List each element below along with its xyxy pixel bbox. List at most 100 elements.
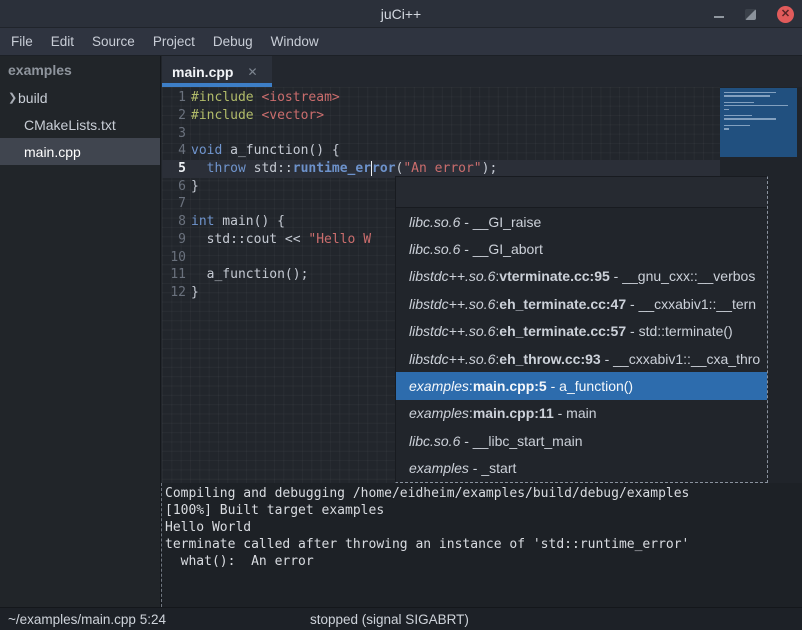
code-text: #include <vector> xyxy=(186,108,324,123)
stack-frame-lib: examples xyxy=(409,405,469,421)
minimap-visible-region[interactable] xyxy=(720,88,797,157)
stack-frame-file: eh_terminate.cc:47 xyxy=(499,296,626,312)
stacktrace-popup: libc.so.6 - __GI_raiselibc.so.6 - __GI_a… xyxy=(395,176,768,483)
project-tree: examples ❯build CMakeLists.txt main.cpp xyxy=(0,56,161,607)
stack-frame-row[interactable]: libstdc++.so.6:vterminate.cc:95 - __gnu_… xyxy=(396,263,767,290)
code-text: #include <iostream> xyxy=(186,90,340,105)
menu-item-file[interactable]: File xyxy=(2,34,42,49)
stack-frame-lib: libstdc++.so.6 xyxy=(409,351,495,367)
line-number: 5 xyxy=(162,161,186,176)
stack-frame-row[interactable]: libstdc++.so.6:eh_throw.cc:93 - __cxxabi… xyxy=(396,345,767,372)
line-number: 1 xyxy=(162,90,186,105)
window-controls: ✕ xyxy=(714,0,794,28)
sidebar-item-main-cpp[interactable]: main.cpp xyxy=(0,138,160,165)
line-number: 3 xyxy=(162,126,186,141)
code-text: } xyxy=(186,179,199,194)
line-number: 2 xyxy=(162,108,186,123)
menu-item-edit[interactable]: Edit xyxy=(42,34,83,49)
line-number: 8 xyxy=(162,214,186,229)
stack-frame-lib: libstdc++.so.6 xyxy=(409,296,495,312)
stack-frame-lib: libstdc++.so.6 xyxy=(409,323,495,339)
line-number: 11 xyxy=(162,267,186,282)
code-text: throw std::runtime_error("An error"); xyxy=(186,161,497,176)
juci-window: juCi++ ✕ FileEditSourceProjectDebugWindo… xyxy=(0,0,802,630)
tab-close-icon[interactable]: ✕ xyxy=(247,65,257,79)
code-text: } xyxy=(186,285,199,300)
tree-item-label: build xyxy=(18,90,48,106)
statusbar: ~/examples/main.cpp 5:24 stopped (signal… xyxy=(0,607,802,630)
menu-item-debug[interactable]: Debug xyxy=(204,34,262,49)
code-line-2[interactable]: 2#include <vector> xyxy=(162,107,720,125)
line-number: 12 xyxy=(162,285,186,300)
window-title: juCi++ xyxy=(381,6,421,22)
terminal-line: Compiling and debugging /home/eidheim/ex… xyxy=(165,486,802,503)
code-text: int main() { xyxy=(186,214,285,229)
tab-label: main.cpp xyxy=(172,64,233,80)
menubar: FileEditSourceProjectDebugWindow xyxy=(0,28,802,56)
titlebar[interactable]: juCi++ ✕ xyxy=(0,0,802,28)
stack-frame-lib: libstdc++.so.6 xyxy=(409,268,495,284)
code-text: a_function(); xyxy=(186,267,308,282)
stack-frame-row[interactable]: examples:main.cpp:11 - main xyxy=(396,400,767,427)
code-text: std::cout << "Hello W xyxy=(186,232,371,247)
project-tree-header: examples xyxy=(0,56,160,84)
terminal-line: terminate called after throwing an insta… xyxy=(165,537,802,554)
stacktrace-popup-header xyxy=(396,177,767,208)
terminal-line: what(): An error xyxy=(165,554,802,571)
stack-frame-row[interactable]: libstdc++.so.6:eh_terminate.cc:57 - std:… xyxy=(396,318,767,345)
stack-frame-row[interactable]: examples - _start xyxy=(396,455,767,482)
minimap-code-line xyxy=(724,105,788,106)
terminal-output[interactable]: Compiling and debugging /home/eidheim/ex… xyxy=(161,483,802,607)
stack-frame-file: eh_throw.cc:93 xyxy=(499,351,600,367)
tree-item-label: main.cpp xyxy=(0,144,81,160)
sidebar-item-cmakelists-txt[interactable]: CMakeLists.txt xyxy=(0,111,160,138)
sidebar-item-build[interactable]: ❯build xyxy=(0,84,160,111)
minimap-code-line xyxy=(724,92,776,93)
menu-item-window[interactable]: Window xyxy=(262,34,328,49)
status-file-location: ~/examples/main.cpp 5:24 xyxy=(0,612,166,627)
restore-icon[interactable] xyxy=(745,9,756,20)
terminal-line: Hello World xyxy=(165,520,802,537)
minimap-code-line xyxy=(724,109,729,110)
minimize-icon[interactable] xyxy=(714,16,724,18)
code-line-5[interactable]: 5 throw std::runtime_error("An error"); xyxy=(162,160,720,178)
tab-main-cpp[interactable]: main.cpp ✕ xyxy=(162,56,272,87)
stack-frame-file: eh_terminate.cc:57 xyxy=(499,323,626,339)
line-number: 4 xyxy=(162,143,186,158)
line-number: 6 xyxy=(162,179,186,194)
minimap-code-line xyxy=(724,102,754,103)
code-text: void a_function() { xyxy=(186,143,340,158)
stack-frame-row[interactable]: examples:main.cpp:5 - a_function() xyxy=(396,372,767,399)
line-number: 7 xyxy=(162,196,186,211)
tabbar: main.cpp ✕ xyxy=(162,56,802,87)
stack-frame-file: vterminate.cc:95 xyxy=(499,268,610,284)
minimap-code-line xyxy=(724,125,750,126)
stack-frame-row[interactable]: libc.so.6 - __libc_start_main xyxy=(396,427,767,454)
stack-frame-file: main.cpp:5 xyxy=(473,378,547,394)
stack-frame-row[interactable]: libc.so.6 - __GI_abort xyxy=(396,235,767,262)
code-line-4[interactable]: 4void a_function() { xyxy=(162,142,720,160)
minimap-code-line xyxy=(724,95,770,96)
stack-frame-lib: libc.so.6 xyxy=(409,433,460,449)
close-icon[interactable]: ✕ xyxy=(777,6,794,23)
status-debug-state: stopped (signal SIGABRT) xyxy=(310,612,469,627)
minimap-code-line xyxy=(724,128,729,129)
line-number: 9 xyxy=(162,232,186,247)
menu-item-project[interactable]: Project xyxy=(144,34,204,49)
line-number: 10 xyxy=(162,250,186,265)
stack-frame-lib: libc.so.6 xyxy=(409,214,460,230)
chevron-right-icon[interactable]: ❯ xyxy=(0,91,18,104)
code-line-1[interactable]: 1#include <iostream> xyxy=(162,89,720,107)
menu-item-source[interactable]: Source xyxy=(83,34,144,49)
minimap-code-line xyxy=(724,118,776,119)
minimap-code-line xyxy=(724,115,752,116)
terminal-line: [100%] Built target examples xyxy=(165,503,802,520)
stack-frame-lib: libc.so.6 xyxy=(409,241,460,257)
stack-frame-lib: examples xyxy=(409,460,469,476)
stack-frame-file: main.cpp:11 xyxy=(473,405,554,421)
code-line-3[interactable]: 3 xyxy=(162,124,720,142)
stack-frame-lib: examples xyxy=(409,378,469,394)
stack-frame-row[interactable]: libstdc++.so.6:eh_terminate.cc:47 - __cx… xyxy=(396,290,767,317)
tree-item-label: CMakeLists.txt xyxy=(0,117,116,133)
stack-frame-row[interactable]: libc.so.6 - __GI_raise xyxy=(396,208,767,235)
